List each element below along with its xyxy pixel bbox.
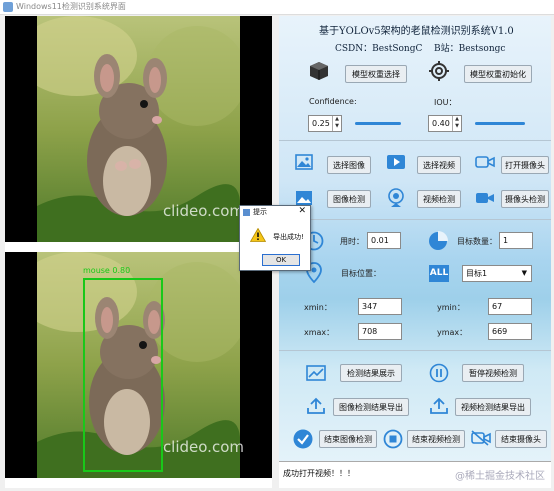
status-text: 成功打开视频！！！ <box>283 469 355 478</box>
camera-off-icon <box>471 430 491 446</box>
image-watermark: clideo.com <box>162 202 244 220</box>
xmin-label: xmin： <box>304 303 332 312</box>
dialog-title: 提示 <box>253 208 267 216</box>
status-bar: 成功打开视频！！！ @稀土掘金技术社区 <box>279 461 551 488</box>
check-circle-icon <box>293 429 313 449</box>
ymax-field[interactable]: 669 <box>488 323 532 340</box>
select-image-button[interactable]: 选择图像 <box>327 156 371 174</box>
warning-icon <box>250 228 266 242</box>
ymin-field[interactable]: 67 <box>488 298 532 315</box>
model-weight-select-button[interactable]: 模型权重选择 <box>345 65 407 83</box>
control-panel: 基于YOLOv5架构的老鼠检测识别系统V1.0 CSDN：BestSongC B… <box>279 16 551 488</box>
target-select-dropdown[interactable]: 目标1 ▼ <box>462 265 532 282</box>
upload-icon <box>430 397 448 414</box>
pause-video-detect-button[interactable]: 暂停视频检测 <box>462 364 524 382</box>
chart-line-icon <box>306 365 326 381</box>
confidence-slider[interactable] <box>355 122 401 125</box>
export-success-dialog: 提示 ✕ 导出成功! OK <box>239 205 311 271</box>
spin-arrows-icon[interactable]: ▲ ▼ <box>452 116 461 131</box>
xmax-label: xmax： <box>304 328 335 337</box>
bilibili-label: B站：Bestsongc <box>434 44 506 54</box>
image-detect-button[interactable]: 图像检测 <box>327 190 371 208</box>
webcam-icon <box>388 188 404 207</box>
status-watermark: @稀土掘金技术社区 <box>455 471 545 482</box>
spin-arrows-icon[interactable]: ▲ ▼ <box>332 116 341 131</box>
ok-button[interactable]: OK <box>262 254 300 266</box>
detection-image-panel: mouse 0.80 clideo.com <box>5 252 272 478</box>
target-position-label: 目标位置： <box>341 269 381 278</box>
dialog-app-icon <box>243 209 250 216</box>
iou-label: IOU： <box>434 98 457 107</box>
select-video-button[interactable]: 选择视频 <box>417 156 461 174</box>
xmin-field[interactable]: 347 <box>358 298 402 315</box>
dialog-titlebar: 提示 ✕ <box>240 206 310 219</box>
window-titlebar: Windows11检测识别系统界面 <box>0 0 554 15</box>
image-watermark: clideo.com <box>162 438 244 456</box>
divider <box>279 350 551 351</box>
app-title: 基于YOLOv5架构的老鼠检测识别系统V1.0 <box>319 26 514 37</box>
image-icon <box>295 154 313 170</box>
end-image-detect-button[interactable]: 结束图像检测 <box>319 430 377 448</box>
export-image-result-button[interactable]: 图像检测结果导出 <box>333 398 409 416</box>
count-value-field[interactable]: 1 <box>499 232 533 249</box>
window-title: Windows11检测识别系统界面 <box>16 2 126 11</box>
chevron-down-icon: ▼ <box>521 269 527 277</box>
camera-detect-icon <box>476 193 494 203</box>
stop-circle-icon <box>383 429 403 449</box>
upload-icon <box>307 397 325 414</box>
original-image-panel: clideo.com <box>5 16 272 242</box>
confidence-label: Confidence: <box>309 97 357 106</box>
time-label: 用时： <box>340 237 364 246</box>
iou-slider[interactable] <box>475 122 525 125</box>
model-weight-init-button[interactable]: 模型权重初始化 <box>464 65 532 83</box>
divider <box>279 140 551 141</box>
app-icon <box>3 2 13 12</box>
time-value-field[interactable]: 0.01 <box>367 232 401 249</box>
image-display-area: clideo.com mouse 0.80 clideo.com <box>5 16 272 488</box>
count-label: 目标数量： <box>457 237 497 246</box>
camera-icon <box>475 156 495 168</box>
export-video-result-button[interactable]: 视频检测结果导出 <box>455 398 531 416</box>
camera-detect-button[interactable]: 摄像头检测 <box>501 190 549 208</box>
csdn-label: CSDN：BestSongC <box>335 44 423 54</box>
iou-value: 0.40 <box>432 119 450 128</box>
all-targets-icon: ALL <box>429 265 449 282</box>
dialog-close-button[interactable]: ✕ <box>298 206 306 216</box>
cube-icon <box>310 62 328 80</box>
end-video-detect-button[interactable]: 结束视频检测 <box>407 430 465 448</box>
iou-spinbox[interactable]: 0.40 ▲ ▼ <box>428 115 462 132</box>
video-detect-button[interactable]: 视频检测 <box>417 190 461 208</box>
target-select-value: 目标1 <box>466 269 488 278</box>
confidence-value: 0.25 <box>312 119 330 128</box>
ymax-label: ymax： <box>437 328 468 337</box>
end-camera-button[interactable]: 结束摄像头 <box>495 430 547 448</box>
image-detect-icon <box>296 191 312 205</box>
pause-icon <box>429 363 449 383</box>
ymin-label: ymin： <box>437 303 465 312</box>
detection-label: mouse 0.80 <box>83 266 131 275</box>
dialog-message: 导出成功! <box>273 233 304 241</box>
show-result-button[interactable]: 检测结果展示 <box>340 364 402 382</box>
detection-bounding-box <box>83 278 163 472</box>
pie-chart-icon <box>429 231 448 250</box>
video-play-icon <box>387 155 405 169</box>
confidence-spinbox[interactable]: 0.25 ▲ ▼ <box>308 115 342 132</box>
divider <box>279 219 551 220</box>
open-camera-button[interactable]: 打开摄像头 <box>501 156 549 174</box>
xmax-field[interactable]: 708 <box>358 323 402 340</box>
gear-icon <box>429 61 449 81</box>
